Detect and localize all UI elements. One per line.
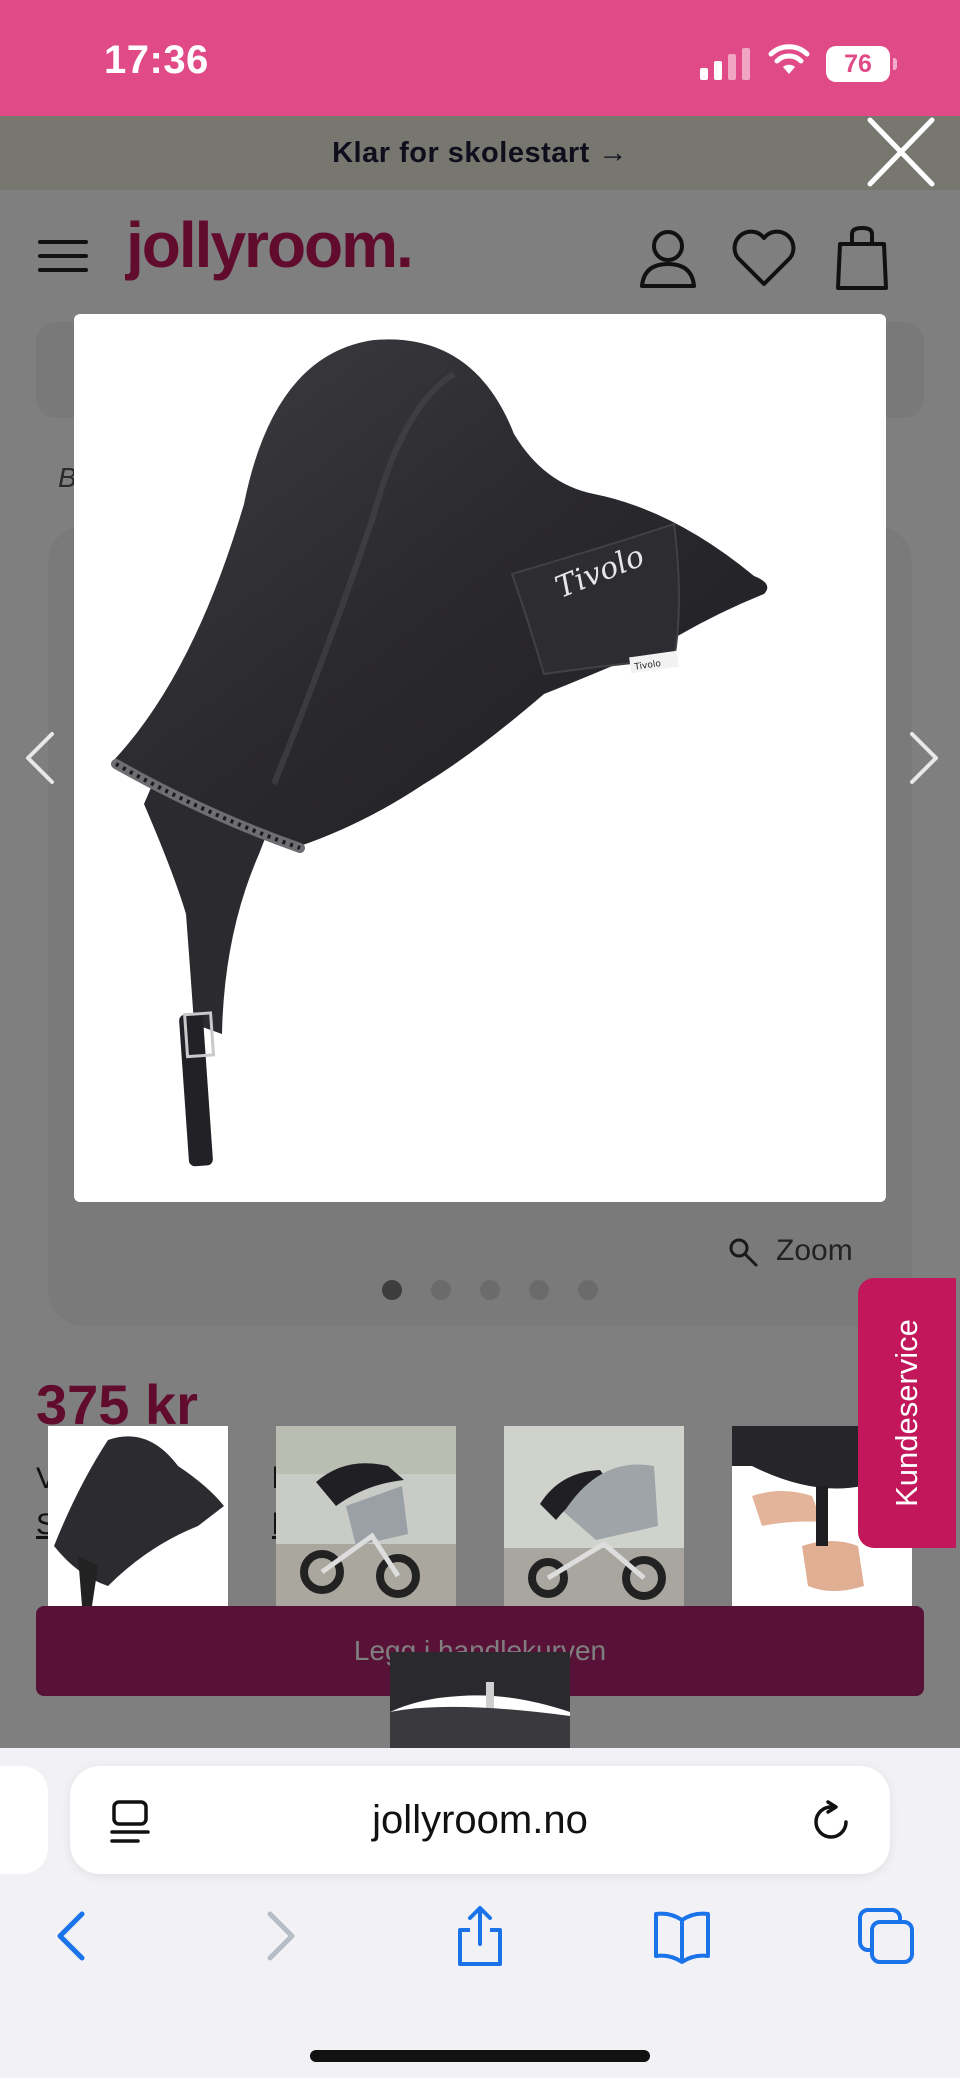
thumbnail[interactable]: [504, 1426, 684, 1606]
previous-arrow-icon[interactable]: [20, 730, 60, 786]
battery-icon: 76: [826, 46, 898, 82]
page-menu-icon[interactable]: [110, 1800, 150, 1844]
wifi-icon: [768, 44, 810, 74]
tabs-icon[interactable]: [856, 1906, 916, 1966]
battery-level: 76: [826, 46, 890, 82]
lightbox-image[interactable]: Tivolo Tivolo: [74, 314, 886, 1202]
back-icon[interactable]: [42, 1906, 102, 1966]
customer-service-tab[interactable]: Kundeservice: [858, 1278, 956, 1548]
home-indicator[interactable]: [310, 2050, 650, 2062]
thumbnail[interactable]: [276, 1426, 456, 1606]
browser-toolbar: jollyroom.no: [0, 1748, 960, 2078]
status-time: 17:36: [104, 38, 209, 82]
thumbnail[interactable]: [48, 1426, 228, 1606]
share-icon[interactable]: [450, 1906, 510, 1966]
bookmarks-icon[interactable]: [652, 1906, 712, 1966]
close-icon[interactable]: [866, 116, 936, 188]
url-text[interactable]: jollyroom.no: [70, 1766, 890, 1874]
forward-icon[interactable]: [250, 1906, 310, 1966]
status-bar: 17:36 76: [0, 0, 960, 116]
reload-icon[interactable]: [810, 1800, 852, 1842]
address-bar[interactable]: jollyroom.no: [70, 1766, 890, 1874]
next-arrow-icon[interactable]: [904, 730, 944, 786]
sun-canopy-image: Tivolo Tivolo: [111, 339, 768, 1167]
previous-tab-peek[interactable]: [0, 1766, 48, 1874]
customer-service-label: Kundeservice: [889, 1319, 924, 1507]
cellular-signal-icon: [700, 48, 750, 80]
thumbnail-strip: [0, 1426, 960, 1606]
thumbnail[interactable]: [390, 1652, 570, 1748]
